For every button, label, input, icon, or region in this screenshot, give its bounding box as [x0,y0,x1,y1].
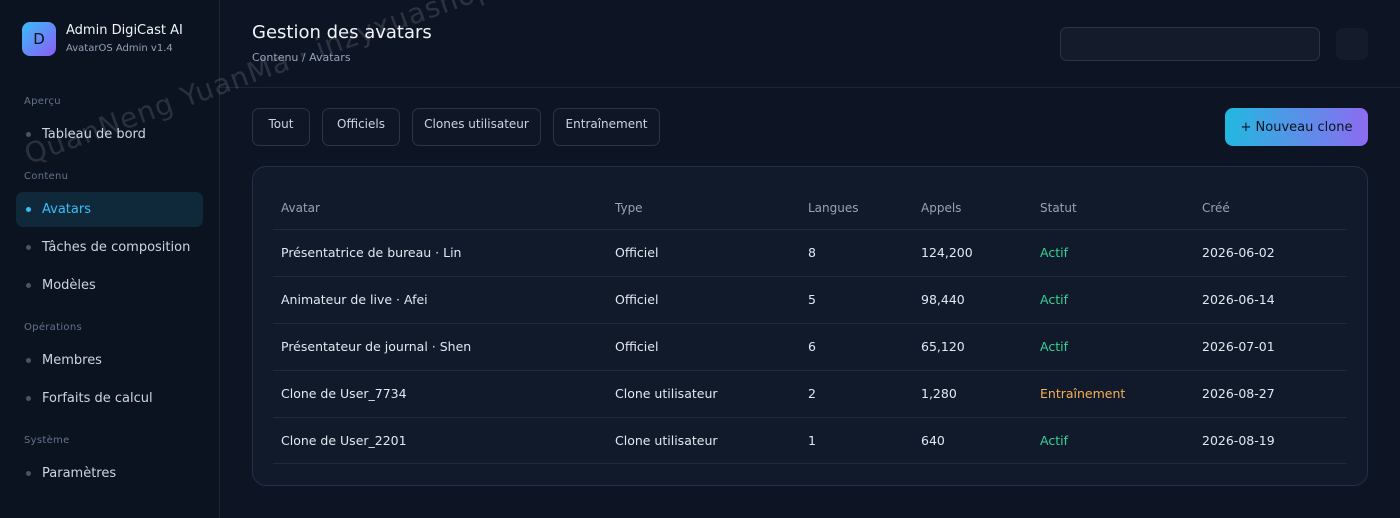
sidebar-item-label: Paramètres [42,466,117,481]
cell-type: Officiel [615,292,659,307]
filter-tab-official[interactable]: Officiels [322,108,400,146]
cell-calls: 640 [921,433,945,448]
cell-calls: 124,200 [921,245,973,260]
bullet-icon [26,396,31,401]
cell-avatar: Présentatrice de bureau · Lin [281,245,462,260]
filter-tab-all[interactable]: Tout [252,108,310,146]
column-header-type[interactable]: Type [615,201,643,215]
table-row[interactable]: Présentateur de journal · Shen Officiel … [273,323,1347,370]
cell-created: 2026-06-14 [1202,292,1275,307]
brand-logo: D [22,22,56,56]
bullet-icon [26,283,31,288]
sidebar-item-members[interactable]: Membres [16,343,203,378]
bullet-icon [26,471,31,476]
brand: D Admin DigiCast AI AvatarOS Admin v1.4 [22,22,183,56]
status-badge: Actif [1040,292,1068,307]
page-title: Gestion des avatars [252,22,432,43]
column-header-created[interactable]: Créé [1202,201,1230,215]
sidebar-item-label: Forfaits de calcul [42,391,153,406]
sidebar: D Admin DigiCast AI AvatarOS Admin v1.4 … [0,0,220,518]
cell-calls: 98,440 [921,292,965,307]
brand-name: Admin DigiCast AI [66,23,183,38]
cell-avatar: Présentateur de journal · Shen [281,339,472,354]
column-header-status[interactable]: Statut [1040,201,1077,215]
cell-languages: 5 [808,292,816,307]
sidebar-item-label: Tableau de bord [42,127,146,142]
sidebar-item-composition-tasks[interactable]: Tâches de composition [16,230,203,265]
status-badge: Actif [1040,339,1068,354]
cell-created: 2026-06-02 [1202,245,1275,260]
status-badge: Entraînement [1040,386,1126,401]
cell-created: 2026-08-19 [1202,433,1275,448]
cell-type: Officiel [615,245,659,260]
cell-type: Clone utilisateur [615,386,718,401]
sidebar-item-label: Avatars [42,202,91,217]
cell-languages: 1 [808,433,816,448]
nav-section-systeme: Système [24,435,70,446]
cell-created: 2026-08-27 [1202,386,1275,401]
cell-languages: 8 [808,245,816,260]
cell-created: 2026-07-01 [1202,339,1275,354]
cell-type: Officiel [615,339,659,354]
status-badge: Actif [1040,433,1068,448]
breadcrumb: Contenu / Avatars [252,51,351,64]
column-header-avatar[interactable]: Avatar [281,201,320,215]
column-header-calls[interactable]: Appels [921,201,961,215]
bullet-icon [26,358,31,363]
cell-languages: 6 [808,339,816,354]
table-row[interactable]: Présentatrice de bureau · Lin Officiel 8… [273,229,1347,276]
filter-tab-training[interactable]: Entraînement [553,108,660,146]
sidebar-item-settings[interactable]: Paramètres [16,456,203,491]
sidebar-item-avatars[interactable]: Avatars [16,192,203,227]
search-input[interactable] [1060,27,1320,61]
sidebar-item-label: Modèles [42,278,96,293]
new-clone-button[interactable]: + Nouveau clone [1225,108,1368,146]
table-row[interactable]: Clone de User_2201 Clone utilisateur 1 6… [273,417,1347,464]
brand-subtitle: AvatarOS Admin v1.4 [66,43,173,54]
bullet-icon [26,132,31,137]
sidebar-item-label: Tâches de composition [42,240,191,255]
cell-type: Clone utilisateur [615,433,718,448]
sidebar-item-compute-plans[interactable]: Forfaits de calcul [16,381,203,416]
cell-calls: 1,280 [921,386,957,401]
header-action-button[interactable] [1336,28,1368,60]
cell-avatar: Clone de User_7734 [281,386,407,401]
cell-avatar: Animateur de live · Afei [281,292,428,307]
cell-avatar: Clone de User_2201 [281,433,407,448]
column-header-languages[interactable]: Langues [808,201,859,215]
header: Gestion des avatars Contenu / Avatars [220,0,1400,88]
cell-calls: 65,120 [921,339,965,354]
table-row[interactable]: Animateur de live · Afei Officiel 5 98,4… [273,276,1347,323]
bullet-icon [26,207,31,212]
filter-tab-user-clones[interactable]: Clones utilisateur [412,108,541,146]
nav-section-contenu: Contenu [24,171,69,182]
nav-section-apercu: Aperçu [24,96,61,107]
sidebar-item-templates[interactable]: Modèles [16,268,203,303]
sidebar-item-dashboard[interactable]: Tableau de bord [16,117,203,152]
cell-languages: 2 [808,386,816,401]
nav-section-operations: Opérations [24,322,82,333]
status-badge: Actif [1040,245,1068,260]
table-row[interactable]: Clone de User_7734 Clone utilisateur 2 1… [273,370,1347,417]
sidebar-item-label: Membres [42,353,102,368]
bullet-icon [26,245,31,250]
